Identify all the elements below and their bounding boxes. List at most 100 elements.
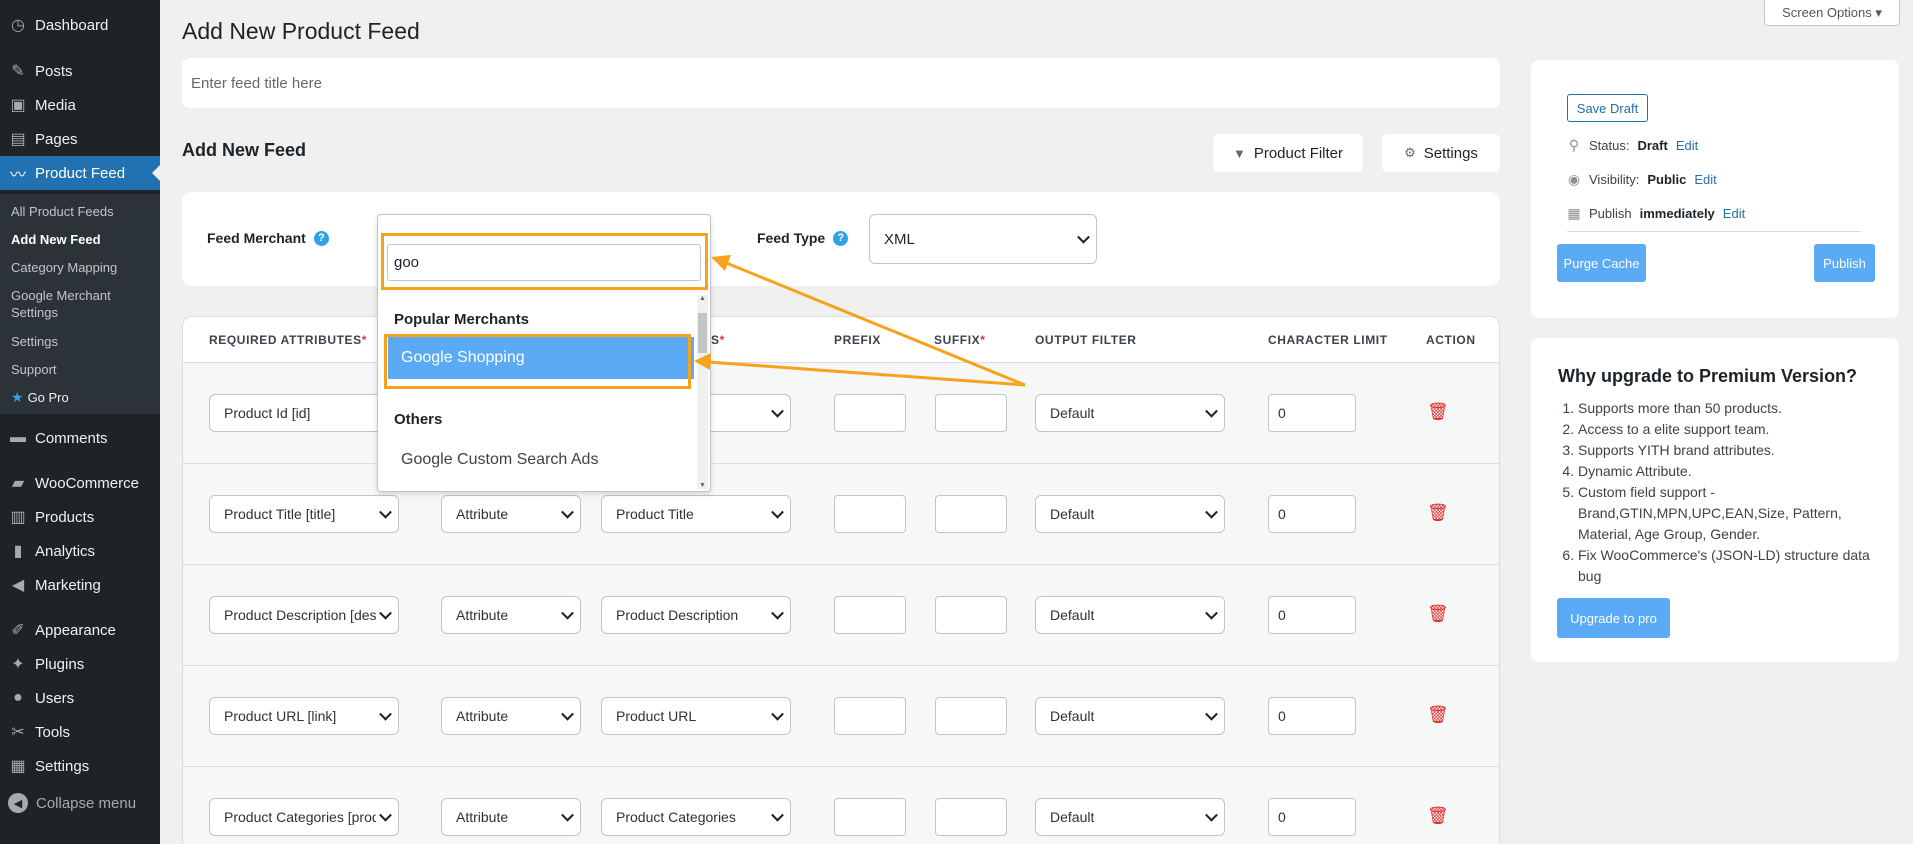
- sidebar-item-marketing[interactable]: ◀ Marketing: [0, 568, 160, 602]
- prefix-input[interactable]: [834, 596, 906, 634]
- screen-options-button[interactable]: Screen Options ▾: [1764, 0, 1900, 26]
- purge-cache-button[interactable]: Purge Cache: [1557, 244, 1646, 282]
- prefix-input[interactable]: [834, 798, 906, 836]
- sidebar-item-settings[interactable]: ▦ Settings: [0, 749, 160, 783]
- trash-icon[interactable]: 🗑: [1427, 604, 1449, 624]
- save-draft-button[interactable]: Save Draft: [1567, 94, 1648, 122]
- suffix-input[interactable]: [935, 394, 1007, 432]
- attribute-select[interactable]: Product Id [id]: [209, 394, 399, 432]
- sidebar-item-label: Users: [35, 689, 75, 707]
- option-google-custom-search-ads[interactable]: Google Custom Search Ads: [388, 439, 694, 481]
- feed-type-label: Feed Type ?: [757, 230, 849, 246]
- submenu-go-pro[interactable]: ★ Go Pro: [11, 389, 69, 406]
- suffix-input[interactable]: [935, 596, 1007, 634]
- scrollbar-thumb[interactable]: [698, 313, 707, 353]
- output-filter-select[interactable]: Default: [1035, 495, 1225, 533]
- character-limit-input[interactable]: 0: [1268, 798, 1356, 836]
- calendar-icon: ▦: [1567, 205, 1581, 221]
- type-select[interactable]: Attribute: [441, 697, 581, 735]
- submenu-support[interactable]: Support: [11, 361, 57, 378]
- sidebar-item-label: Marketing: [35, 576, 101, 594]
- submenu-google-merchant-settings[interactable]: Google Merchant Settings: [11, 287, 111, 321]
- status-edit-link[interactable]: Edit: [1676, 138, 1698, 153]
- suffix-input[interactable]: [935, 798, 1007, 836]
- sidebar-item-media[interactable]: ▣ Media: [0, 88, 160, 122]
- product-filter-label: Product Filter: [1253, 144, 1344, 162]
- feed-type-select[interactable]: XML: [869, 214, 1097, 264]
- status-value: Draft: [1637, 138, 1668, 153]
- submenu-add-new-feed[interactable]: Add New Feed: [11, 231, 101, 248]
- attribute-select[interactable]: Product URL [link]: [209, 697, 399, 735]
- attribute-select[interactable]: Product Title [title]: [209, 495, 399, 533]
- prefix-input[interactable]: [834, 495, 906, 533]
- dropdown-scrollbar[interactable]: ▲ ▼: [697, 295, 708, 489]
- suffix-input[interactable]: [935, 697, 1007, 735]
- group-others: Others: [394, 411, 443, 428]
- option-google-shopping[interactable]: Google Shopping: [388, 337, 694, 379]
- sidebar-item-pages[interactable]: ▤ Pages: [0, 122, 160, 156]
- sidebar-item-comments[interactable]: ▬ Comments: [0, 421, 160, 455]
- sidebar-item-posts[interactable]: ✎ Posts: [0, 54, 160, 88]
- sidebar-item-analytics[interactable]: ▮ Analytics: [0, 534, 160, 568]
- product-filter-button[interactable]: ▼ Product Filter: [1213, 134, 1363, 172]
- character-limit-input[interactable]: 0: [1268, 697, 1356, 735]
- output-filter-select[interactable]: Default: [1035, 394, 1225, 432]
- sidebar-item-tools[interactable]: ✂ Tools: [0, 715, 160, 749]
- trash-icon[interactable]: 🗑: [1427, 402, 1449, 422]
- trash-icon[interactable]: 🗑: [1427, 503, 1449, 523]
- sidebar-item-product-feed[interactable]: 〰 Product Feed: [0, 156, 160, 190]
- visibility-edit-link[interactable]: Edit: [1694, 172, 1716, 187]
- submenu-category-mapping[interactable]: Category Mapping: [11, 259, 117, 276]
- sidebar-item-appearance[interactable]: ✐ Appearance: [0, 613, 160, 647]
- submenu-settings[interactable]: Settings: [11, 333, 58, 350]
- publish-edit-link[interactable]: Edit: [1723, 206, 1745, 221]
- feed-title-input[interactable]: [182, 58, 1500, 108]
- chevron-down-icon: [379, 505, 392, 519]
- value-select[interactable]: Product Categories: [601, 798, 791, 836]
- publish-button[interactable]: Publish: [1814, 244, 1875, 282]
- sidebar-item-label: Appearance: [35, 621, 116, 639]
- output-filter-select[interactable]: Default: [1035, 798, 1225, 836]
- output-filter-select[interactable]: Default: [1035, 697, 1225, 735]
- value-select[interactable]: Product Title: [601, 495, 791, 533]
- upgrade-to-pro-button[interactable]: Upgrade to pro: [1557, 598, 1670, 638]
- status-row: ⚲ Status: Draft Edit: [1567, 137, 1698, 154]
- type-select[interactable]: Attribute: [441, 798, 581, 836]
- eye-icon: ◉: [1567, 171, 1581, 187]
- output-filter-select[interactable]: Default: [1035, 596, 1225, 634]
- help-icon[interactable]: ?: [833, 230, 849, 246]
- attribute-select[interactable]: Product Categories [product_type]: [209, 798, 399, 836]
- prefix-input[interactable]: [834, 697, 906, 735]
- bar-chart-icon: ▮: [13, 543, 23, 560]
- scroll-down-icon[interactable]: ▼: [699, 482, 706, 489]
- type-select[interactable]: Attribute: [441, 596, 581, 634]
- attribute-select[interactable]: Product Description [description]: [209, 596, 399, 634]
- suffix-input[interactable]: [935, 495, 1007, 533]
- sidebar-item-woocommerce[interactable]: ▰ WooCommerce: [0, 466, 160, 500]
- brush-icon: ✐: [11, 622, 25, 639]
- character-limit-input[interactable]: 0: [1268, 495, 1356, 533]
- sidebar-item-dashboard[interactable]: ◷ Dashboard: [0, 8, 160, 42]
- help-icon[interactable]: ?: [313, 230, 329, 246]
- output-filter-value: Default: [1050, 506, 1095, 522]
- trash-icon[interactable]: 🗑: [1427, 806, 1449, 826]
- value-value: Product Title: [616, 506, 694, 522]
- collapse-menu-button[interactable]: ◀ Collapse menu: [0, 786, 160, 820]
- sidebar-item-plugins[interactable]: ✦ Plugins: [0, 647, 160, 681]
- character-limit-input[interactable]: 0: [1268, 394, 1356, 432]
- th-prefix: PREFIX: [834, 333, 881, 347]
- settings-button[interactable]: ⚙ Settings: [1382, 134, 1500, 172]
- status-label: Status:: [1589, 138, 1630, 153]
- value-select[interactable]: Product Description: [601, 596, 791, 634]
- character-limit-input[interactable]: 0: [1268, 596, 1356, 634]
- sidebar-item-users[interactable]: ● Users: [0, 681, 160, 715]
- sidebar-item-products[interactable]: ▥ Products: [0, 500, 160, 534]
- merchant-search-input[interactable]: [387, 244, 701, 281]
- trash-icon[interactable]: 🗑: [1427, 705, 1449, 725]
- scroll-up-icon[interactable]: ▲: [699, 295, 706, 302]
- value-select[interactable]: Product URL: [601, 697, 791, 735]
- type-select[interactable]: Attribute: [441, 495, 581, 533]
- prefix-input[interactable]: [834, 394, 906, 432]
- star-icon: ★: [11, 389, 24, 405]
- submenu-all-product-feeds[interactable]: All Product Feeds: [11, 203, 114, 220]
